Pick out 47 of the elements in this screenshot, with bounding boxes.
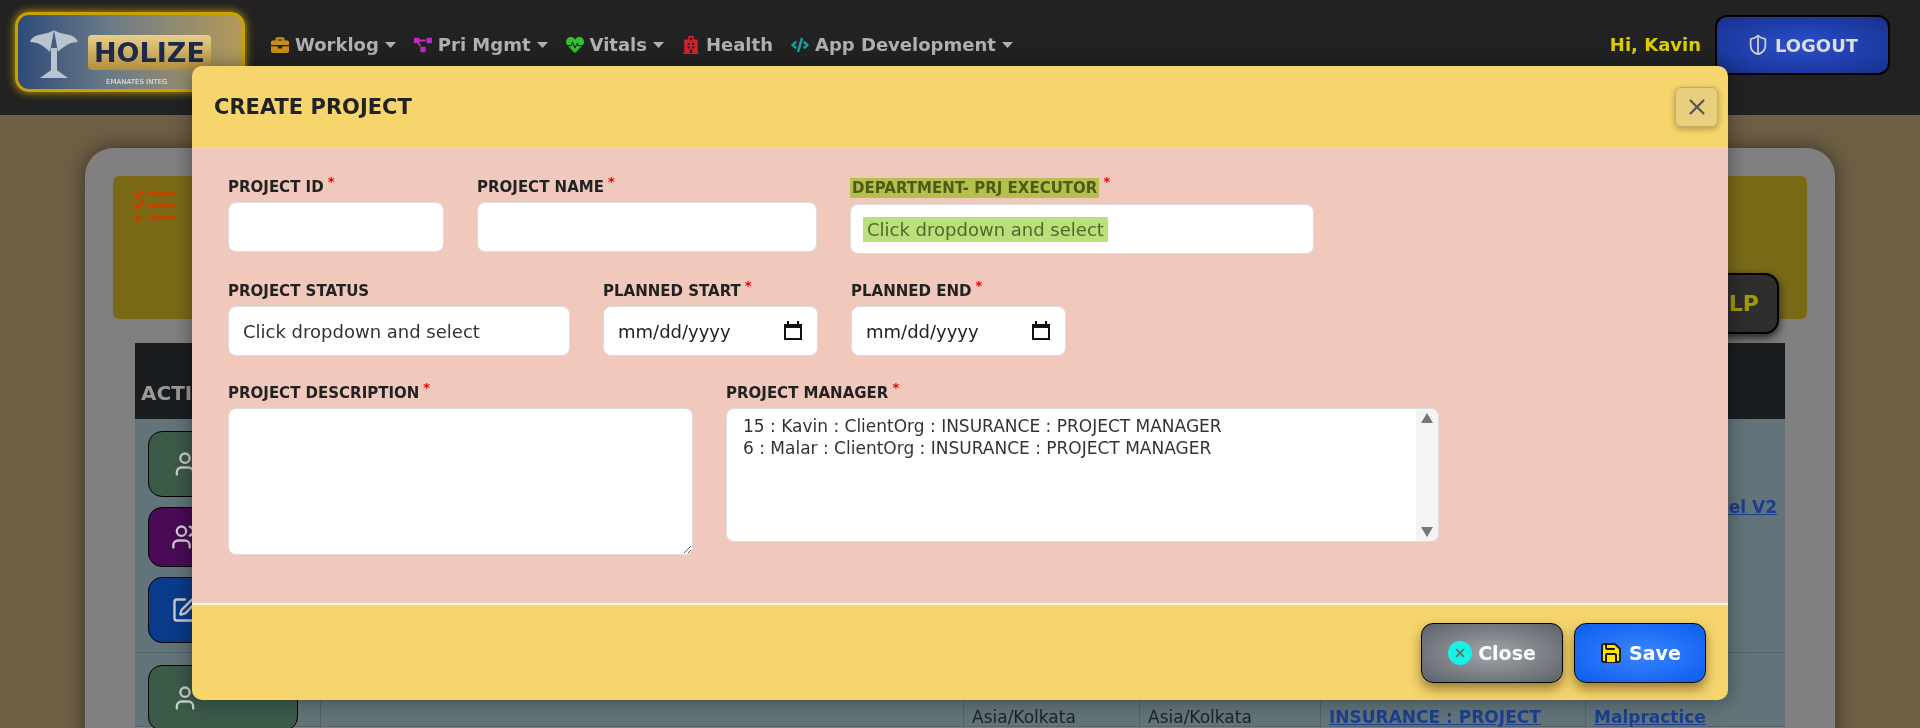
heart-pulse-icon <box>565 35 584 54</box>
field-label: PLANNED START * <box>603 282 753 300</box>
field-label: PROJECT DESCRIPTION * <box>228 384 432 402</box>
nav-menu-item[interactable]: Health <box>681 34 773 55</box>
network-icon <box>413 35 432 54</box>
field-label: PROJECT STATUS <box>228 282 371 300</box>
caret-icon <box>652 41 664 48</box>
dialog-title: CREATE PROJECT <box>214 94 412 119</box>
list-option[interactable]: 6 : Malar : ClientOrg : INSURANCE : PROJECT MANAGER <box>727 437 1416 459</box>
save-button[interactable]: Save <box>1574 622 1706 683</box>
field-label: PROJECT ID * <box>228 178 336 196</box>
caret-icon <box>384 41 396 48</box>
column-header: ACTI <box>141 381 193 405</box>
field-label: PROJECT MANAGER * <box>726 384 901 402</box>
logo-name: HOLIZE <box>88 34 211 70</box>
logout-button[interactable]: LOGOUT <box>1715 15 1890 75</box>
calendar-icon[interactable] <box>1032 321 1050 340</box>
field-label: PROJECT NAME * <box>477 178 616 196</box>
table-cell: Asia/Kolkata <box>1148 707 1252 727</box>
field-label: DEPARTMENT- PRJ EXECUTOR * <box>850 178 1112 198</box>
close-button[interactable] <box>1675 86 1718 127</box>
text-input-field[interactable] <box>228 202 444 252</box>
table-cell: Asia/Kolkata <box>972 707 1076 727</box>
checklist-icon <box>133 188 175 224</box>
code-icon <box>790 35 809 54</box>
nav-menu-item[interactable]: App Development <box>790 34 1013 55</box>
scroll-up-icon[interactable] <box>1421 413 1433 423</box>
caret-icon <box>1001 41 1013 48</box>
hospital-icon <box>681 35 700 54</box>
date-field[interactable]: mm/dd/yyyy <box>851 306 1066 356</box>
date-field[interactable]: mm/dd/yyyy <box>603 306 818 356</box>
nav-menu-item[interactable]: Vitals <box>565 34 664 55</box>
text-input-field[interactable] <box>477 202 817 252</box>
scroll-down-icon[interactable] <box>1421 527 1433 537</box>
calendar-icon[interactable] <box>784 321 802 340</box>
nav-menu-item[interactable]: Worklog <box>271 34 396 55</box>
nav-menu-item[interactable]: Pri Mgmt <box>413 34 548 55</box>
caret-icon <box>536 41 548 48</box>
list-option[interactable]: 15 : Kavin : ClientOrg : INSURANCE : PROJECT MANAGER <box>727 415 1416 437</box>
briefcase-icon <box>271 35 289 54</box>
listbox-field[interactable]: 15 : Kavin : ClientOrg : INSURANCE : PROJECT MANAGER 6 : Malar : ClientOrg : INSURANCE : PROJECT MANAGER <box>726 408 1439 542</box>
save-icon <box>1599 640 1624 665</box>
close-icon <box>1448 640 1473 665</box>
field-label: PLANNED END * <box>851 282 984 300</box>
dropdown-field[interactable]: Click dropdown and select <box>228 306 570 356</box>
user-greeting: Hi, Kavin <box>1609 34 1701 55</box>
dropdown-field[interactable]: Click dropdown and select <box>850 204 1314 254</box>
